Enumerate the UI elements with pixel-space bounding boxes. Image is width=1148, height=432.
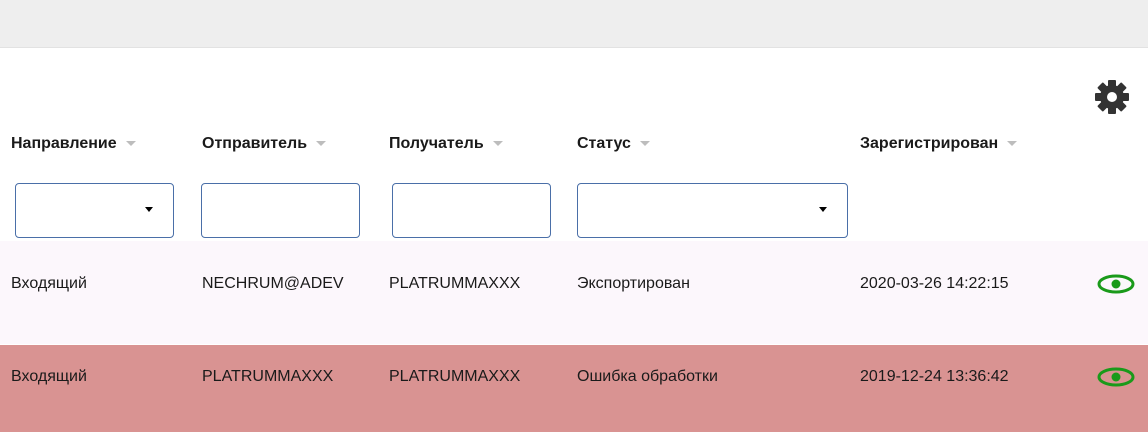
- cell-receiver: PLATRUMMAXXX: [389, 275, 521, 292]
- column-header-receiver[interactable]: Получатель: [389, 128, 503, 160]
- top-bar: [0, 0, 1148, 48]
- direction-filter-select[interactable]: [15, 183, 174, 238]
- column-header-direction[interactable]: Направление: [11, 128, 136, 160]
- column-header-label: Отправитель: [202, 135, 308, 152]
- cell-registered: 2019-12-24 13:36:42: [860, 368, 1009, 385]
- column-header-sender[interactable]: Отправитель: [202, 128, 327, 160]
- sort-caret-icon[interactable]: [492, 141, 503, 147]
- cell-status: Ошибка обработки: [577, 368, 718, 385]
- sort-caret-icon[interactable]: [125, 141, 136, 147]
- chevron-down-icon: [145, 207, 153, 212]
- column-header-label: Статус: [577, 135, 631, 152]
- column-header-registered[interactable]: Зарегистрирован: [860, 128, 1018, 160]
- gear-icon[interactable]: [1093, 78, 1131, 116]
- sort-caret-icon[interactable]: [1007, 141, 1018, 147]
- column-header-label: Получатель: [389, 135, 484, 152]
- cell-direction: Входящий: [11, 275, 87, 292]
- cell-sender: PLATRUMMAXXX: [202, 368, 334, 385]
- sort-caret-icon[interactable]: [316, 141, 327, 147]
- status-filter-select[interactable]: [577, 183, 848, 238]
- table-row[interactable]: Входящий PLATRUMMAXXX PLATRUMMAXXX Ошибк…: [0, 345, 1148, 432]
- sender-filter-input[interactable]: [201, 183, 360, 238]
- cell-receiver: PLATRUMMAXXX: [389, 368, 521, 385]
- receiver-filter-input[interactable]: [392, 183, 551, 238]
- column-header-status[interactable]: Статус: [577, 128, 650, 160]
- column-header-label: Зарегистрирован: [860, 135, 999, 152]
- cell-direction: Входящий: [11, 368, 87, 385]
- column-header-label: Направление: [11, 135, 117, 152]
- chevron-down-icon: [819, 207, 827, 212]
- sort-caret-icon[interactable]: [639, 141, 650, 147]
- eye-icon[interactable]: [1095, 365, 1137, 389]
- cell-registered: 2020-03-26 14:22:15: [860, 275, 1009, 292]
- cell-sender: NECHRUM@ADEV: [202, 275, 344, 292]
- table-row[interactable]: Входящий NECHRUM@ADEV PLATRUMMAXXX Экспо…: [0, 241, 1148, 344]
- cell-status: Экспортирован: [577, 275, 690, 292]
- eye-icon[interactable]: [1095, 272, 1137, 296]
